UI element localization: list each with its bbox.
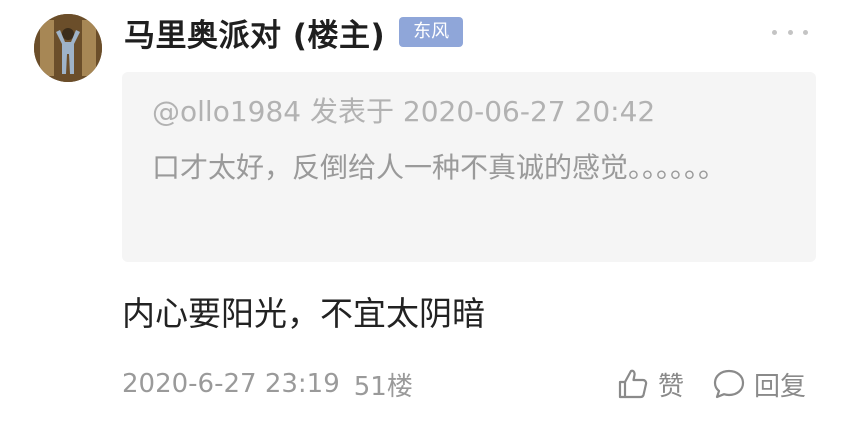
like-label: 赞 bbox=[658, 371, 685, 402]
author-name[interactable]: 马里奥派对 (楼主) bbox=[124, 10, 385, 55]
thumbs-up-icon bbox=[618, 369, 648, 399]
quoted-post[interactable]: @ollo1984 发表于 2020-06-27 20:42 口才太好，反倒给人… bbox=[122, 72, 816, 262]
avatar-image bbox=[34, 14, 102, 82]
quote-meta: @ollo1984 发表于 2020-06-27 20:42 bbox=[152, 95, 656, 128]
avatar[interactable] bbox=[34, 14, 102, 82]
floor-number: 51楼 bbox=[353, 371, 413, 402]
more-dots-icon bbox=[803, 29, 808, 35]
more-dots-icon bbox=[772, 29, 777, 35]
post-header: 马里奥派对 (楼主) 东风 bbox=[124, 10, 464, 55]
more-dots-icon bbox=[787, 29, 793, 35]
post-time: 2020-6-27 23:19 bbox=[122, 369, 340, 399]
post-content: 内心要阳光，不宜太阴暗 bbox=[122, 294, 485, 333]
post-footer: 2020-6-27 23:19 51楼 bbox=[122, 362, 413, 406]
reply-label: 回复 bbox=[754, 371, 807, 402]
forum-post: 马里奥派对 (楼主) 东风 @ollo1984 发表于 2020-06-27 2… bbox=[0, 0, 850, 428]
more-options-button[interactable] bbox=[772, 22, 808, 42]
quote-text: 口才太好，反倒给人一种不真诚的感觉。。。。。。 bbox=[152, 151, 727, 184]
comment-bubble-icon bbox=[713, 369, 745, 399]
reply-button[interactable]: 回复 bbox=[712, 362, 806, 406]
user-badge: 东风 bbox=[399, 17, 464, 47]
like-button[interactable]: 赞 bbox=[616, 362, 684, 406]
